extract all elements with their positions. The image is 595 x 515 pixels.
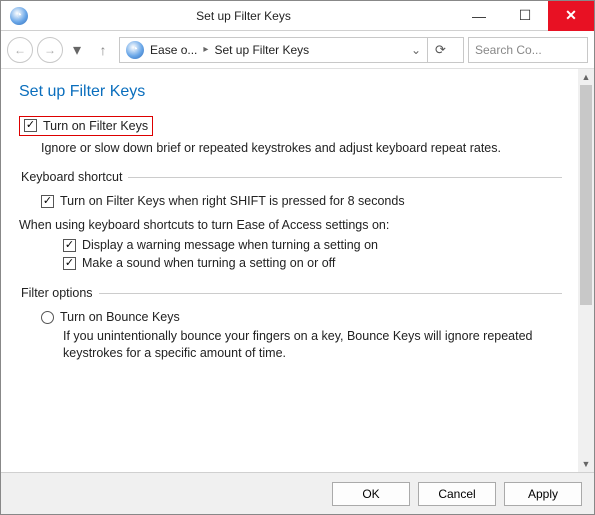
turn-on-filter-keys-checkbox[interactable]: ✓ [24,119,37,132]
shortcut-sub-intro: When using keyboard shortcuts to turn Ea… [19,218,562,232]
up-button[interactable]: ↑ [93,42,113,58]
search-input[interactable]: Search Co... [468,37,588,63]
history-dropdown[interactable]: ▾ [67,40,87,60]
minimize-button[interactable]: — [456,1,502,31]
scroll-up-button[interactable]: ▲ [578,69,594,85]
apply-button[interactable]: Apply [504,482,582,506]
maximize-button[interactable]: ☐ [502,1,548,31]
bounce-keys-description: If you unintentionally bounce your finge… [63,328,562,362]
navigation-bar: ← → ▾ ↑ ◔ Ease o... ▸ Set up Filter Keys… [1,31,594,69]
keyboard-shortcut-legend: Keyboard shortcut [19,170,128,184]
turn-on-filter-keys-checkbox-row: ✓ Turn on Filter Keys [24,119,148,133]
breadcrumb-part[interactable]: Set up Filter Keys [212,43,311,57]
breadcrumb-dropdown[interactable]: ⌄ [405,43,427,57]
sound-row: ✓ Make a sound when turning a setting on… [63,256,562,270]
breadcrumb-part[interactable]: Ease o... [148,43,199,57]
chevron-right-icon: ▸ [199,44,212,55]
window-controls: — ☐ ✕ [456,1,594,31]
ease-of-access-icon: ◔ [10,7,28,25]
warning-label: Display a warning message when turning a… [82,238,378,252]
highlight-box: ✓ Turn on Filter Keys [19,116,153,136]
arrow-up-icon: ↑ [100,42,107,58]
vertical-scrollbar[interactable]: ▲ ▼ [578,69,594,472]
back-button[interactable]: ← [7,37,33,63]
close-button[interactable]: ✕ [548,1,594,31]
forward-button[interactable]: → [37,37,63,63]
shift-shortcut-label: Turn on Filter Keys when right SHIFT is … [60,194,405,208]
search-placeholder: Search Co... [475,43,542,57]
arrow-right-icon: → [44,43,56,57]
cancel-button[interactable]: Cancel [418,482,496,506]
filter-options-legend: Filter options [19,286,99,300]
bounce-keys-radio[interactable] [41,311,54,324]
filter-options-group: Filter options Turn on Bounce Keys If yo… [19,286,562,366]
page-heading: Set up Filter Keys [19,83,562,101]
bounce-keys-label: Turn on Bounce Keys [60,310,180,324]
warning-row: ✓ Display a warning message when turning… [63,238,562,252]
refresh-icon: ⟳ [435,42,446,58]
shift-shortcut-row: ✓ Turn on Filter Keys when right SHIFT i… [41,194,562,208]
refresh-button[interactable]: ⟳ [427,37,453,63]
bounce-keys-row: Turn on Bounce Keys [41,310,562,324]
turn-on-filter-keys-label: Turn on Filter Keys [43,119,148,133]
arrow-left-icon: ← [14,43,26,57]
scroll-thumb[interactable] [580,85,592,305]
scroll-down-button[interactable]: ▼ [578,456,594,472]
footer-bar: OK Cancel Apply [1,472,594,514]
content-area: Set up Filter Keys ✓ Turn on Filter Keys… [1,69,578,472]
sound-label: Make a sound when turning a setting on o… [82,256,335,270]
turn-on-description: Ignore or slow down brief or repeated ke… [41,140,562,157]
breadcrumb-icon: ◔ [125,40,145,60]
sound-checkbox[interactable]: ✓ [63,257,76,270]
title-bar: ◔ Set up Filter Keys — ☐ ✕ [1,1,594,31]
keyboard-shortcut-group: Keyboard shortcut ✓ Turn on Filter Keys … [19,170,562,274]
chevron-down-icon: ▾ [73,42,81,59]
breadcrumb[interactable]: ◔ Ease o... ▸ Set up Filter Keys ⌄ ⟳ [119,37,464,63]
ok-button[interactable]: OK [332,482,410,506]
window-title: Set up Filter Keys [31,9,456,23]
shift-shortcut-checkbox[interactable]: ✓ [41,195,54,208]
window-icon: ◔ [7,4,31,28]
chevron-down-icon: ⌄ [411,43,421,57]
warning-checkbox[interactable]: ✓ [63,239,76,252]
